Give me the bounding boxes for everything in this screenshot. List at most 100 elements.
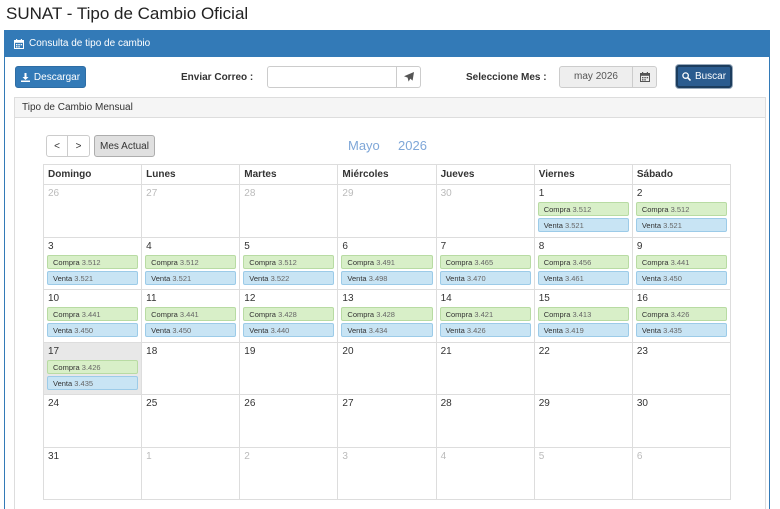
calendar-day-outside-month[interactable]: 4: [435, 446, 535, 500]
calendar-icon: [14, 39, 24, 49]
calendar-day[interactable]: 16 Compra 3.426 Venta 3.435: [631, 289, 732, 343]
download-icon: [20, 72, 30, 82]
email-input[interactable]: [267, 66, 397, 88]
day-number: 2: [636, 188, 643, 199]
calendar-grid: Domingo Lunes Martes Miércoles Jueves Vi…: [42, 164, 732, 500]
day-number: 18: [146, 345, 158, 357]
calendar-day-outside-month[interactable]: 3: [337, 446, 437, 500]
calendar-day[interactable]: 7 Compra 3.465 Venta 3.470: [435, 236, 535, 290]
weekday-header: Jueves: [435, 164, 535, 185]
month-input[interactable]: may 2026: [559, 66, 633, 88]
day-number: 5: [538, 450, 545, 462]
compra-label: Compra: [53, 362, 80, 372]
calendar-day-outside-month[interactable]: 1: [141, 446, 241, 500]
compra-label: Compra: [151, 257, 178, 267]
calendar-day[interactable]: 1 Compra 3.512 Venta 3.521: [533, 184, 633, 238]
venta-value: 3.450: [74, 326, 94, 335]
venta-rate-badge: Venta 3.522: [243, 270, 335, 285]
download-button[interactable]: Descargar: [15, 66, 86, 88]
day-number: 20: [342, 345, 354, 357]
compra-rate-badge: Compra 3.428: [243, 307, 335, 321]
calendar-day[interactable]: 2 Compra 3.512 Venta 3.521: [631, 184, 732, 238]
next-month-button[interactable]: >: [67, 135, 90, 157]
calendar-week-row: 24 25 26 27 28 29 30: [42, 394, 732, 448]
calendar-day[interactable]: 8 Compra 3.456 Venta 3.461: [533, 236, 633, 290]
prev-month-button[interactable]: <: [46, 135, 68, 157]
calendar-day[interactable]: 22: [533, 341, 633, 395]
calendar-day[interactable]: 20: [337, 341, 437, 395]
current-month-button[interactable]: Mes Actual: [94, 135, 155, 157]
search-button-label: Buscar: [694, 71, 727, 82]
venta-label: Venta: [543, 273, 563, 283]
calendar-day[interactable]: 15 Compra 3.413 Venta 3.419: [533, 289, 633, 343]
venta-rate-badge: Venta 3.450: [47, 323, 139, 337]
compra-value: 3.426: [670, 310, 690, 319]
day-number: 11: [146, 293, 157, 304]
calendar-day[interactable]: 3 Compra 3.512 Venta 3.521: [42, 236, 143, 290]
day-number: 23: [636, 345, 648, 357]
calendar-day[interactable]: 4 Compra 3.512 Venta 3.521: [141, 236, 241, 290]
calendar-day[interactable]: 6 Compra 3.491 Venta 3.498: [337, 236, 437, 290]
weekday-header: Lunes: [141, 164, 241, 185]
venta-value: 3.521: [663, 221, 682, 230]
calendar-day-outside-month[interactable]: 30: [435, 184, 535, 238]
calendar-day[interactable]: 9 Compra 3.441 Venta 3.450: [631, 236, 732, 290]
calendar-day[interactable]: 30: [631, 394, 732, 448]
venta-value: 3.498: [368, 273, 388, 283]
calendar-day[interactable]: 14 Compra 3.421 Venta 3.426: [435, 289, 535, 343]
compra-value: 3.491: [376, 257, 395, 267]
calendar-day[interactable]: 27: [337, 394, 437, 448]
calendar-day[interactable]: 11 Compra 3.441 Venta 3.450: [141, 289, 241, 343]
weekday-header: Martes: [239, 164, 339, 185]
calendar-day[interactable]: 28: [435, 394, 535, 448]
day-number: 12: [244, 293, 256, 304]
venta-rate-badge: Venta 3.521: [47, 270, 139, 285]
compra-rate-badge: Compra 3.421: [439, 307, 531, 321]
calendar-day[interactable]: 5 Compra 3.512 Venta 3.522: [239, 236, 339, 290]
compra-label: Compra: [543, 257, 571, 267]
calendar-day[interactable]: 31: [42, 446, 143, 500]
compra-label: Compra: [543, 310, 571, 319]
month-picker-button[interactable]: [633, 66, 657, 88]
calendar-day-outside-month[interactable]: 26: [42, 184, 143, 238]
send-email-button[interactable]: [397, 66, 421, 88]
calendar-day[interactable]: 21: [435, 341, 535, 395]
search-button[interactable]: Buscar: [676, 65, 732, 88]
calendar-day-outside-month[interactable]: 28: [239, 184, 339, 238]
day-number: 4: [440, 450, 447, 462]
day-number: 27: [146, 188, 158, 199]
calendar-day[interactable]: 10 Compra 3.441 Venta 3.450: [42, 289, 143, 343]
venta-label: Venta: [53, 378, 73, 388]
day-number: 29: [342, 188, 354, 199]
compra-label: Compra: [347, 310, 375, 319]
calendar-day[interactable]: 18: [141, 341, 241, 395]
calendar-day[interactable]: 26: [239, 394, 339, 448]
calendar-day-outside-month[interactable]: 6: [631, 446, 732, 500]
venta-rate-badge: Venta 3.461: [537, 270, 629, 285]
venta-label: Venta: [347, 326, 367, 335]
venta-value: 3.450: [172, 326, 192, 335]
day-number: 13: [342, 293, 354, 304]
calendar-day-outside-month[interactable]: 27: [141, 184, 241, 238]
compra-value: 3.421: [474, 310, 494, 319]
venta-rate-badge: Venta 3.434: [341, 323, 433, 337]
weekday-header: Domingo: [42, 164, 143, 185]
calendar-day[interactable]: 23: [631, 341, 732, 395]
calendar-day[interactable]: 29: [533, 394, 633, 448]
calendar-month-name: Mayo: [348, 138, 380, 153]
venta-rate-badge: Venta 3.435: [635, 323, 727, 337]
calendar-day[interactable]: 17 Compra 3.426 Venta 3.435: [42, 341, 143, 395]
calendar-day-outside-month[interactable]: 5: [533, 446, 633, 500]
day-number: 26: [244, 398, 256, 409]
calendar-day[interactable]: 19: [239, 341, 339, 395]
venta-rate-badge: Venta 3.440: [243, 323, 335, 337]
calendar-day-outside-month[interactable]: 2: [239, 446, 339, 500]
calendar-day[interactable]: 13 Compra 3.428 Venta 3.434: [337, 289, 437, 343]
calendar-day-outside-month[interactable]: 29: [337, 184, 437, 238]
calendar-day[interactable]: 24: [42, 394, 143, 448]
calendar-day[interactable]: 25: [141, 394, 241, 448]
weekday-header: Sábado: [631, 164, 732, 185]
calendar-day[interactable]: 12 Compra 3.428 Venta 3.440: [239, 289, 339, 343]
day-number: 30: [636, 398, 648, 409]
day-number: 24: [48, 398, 60, 409]
